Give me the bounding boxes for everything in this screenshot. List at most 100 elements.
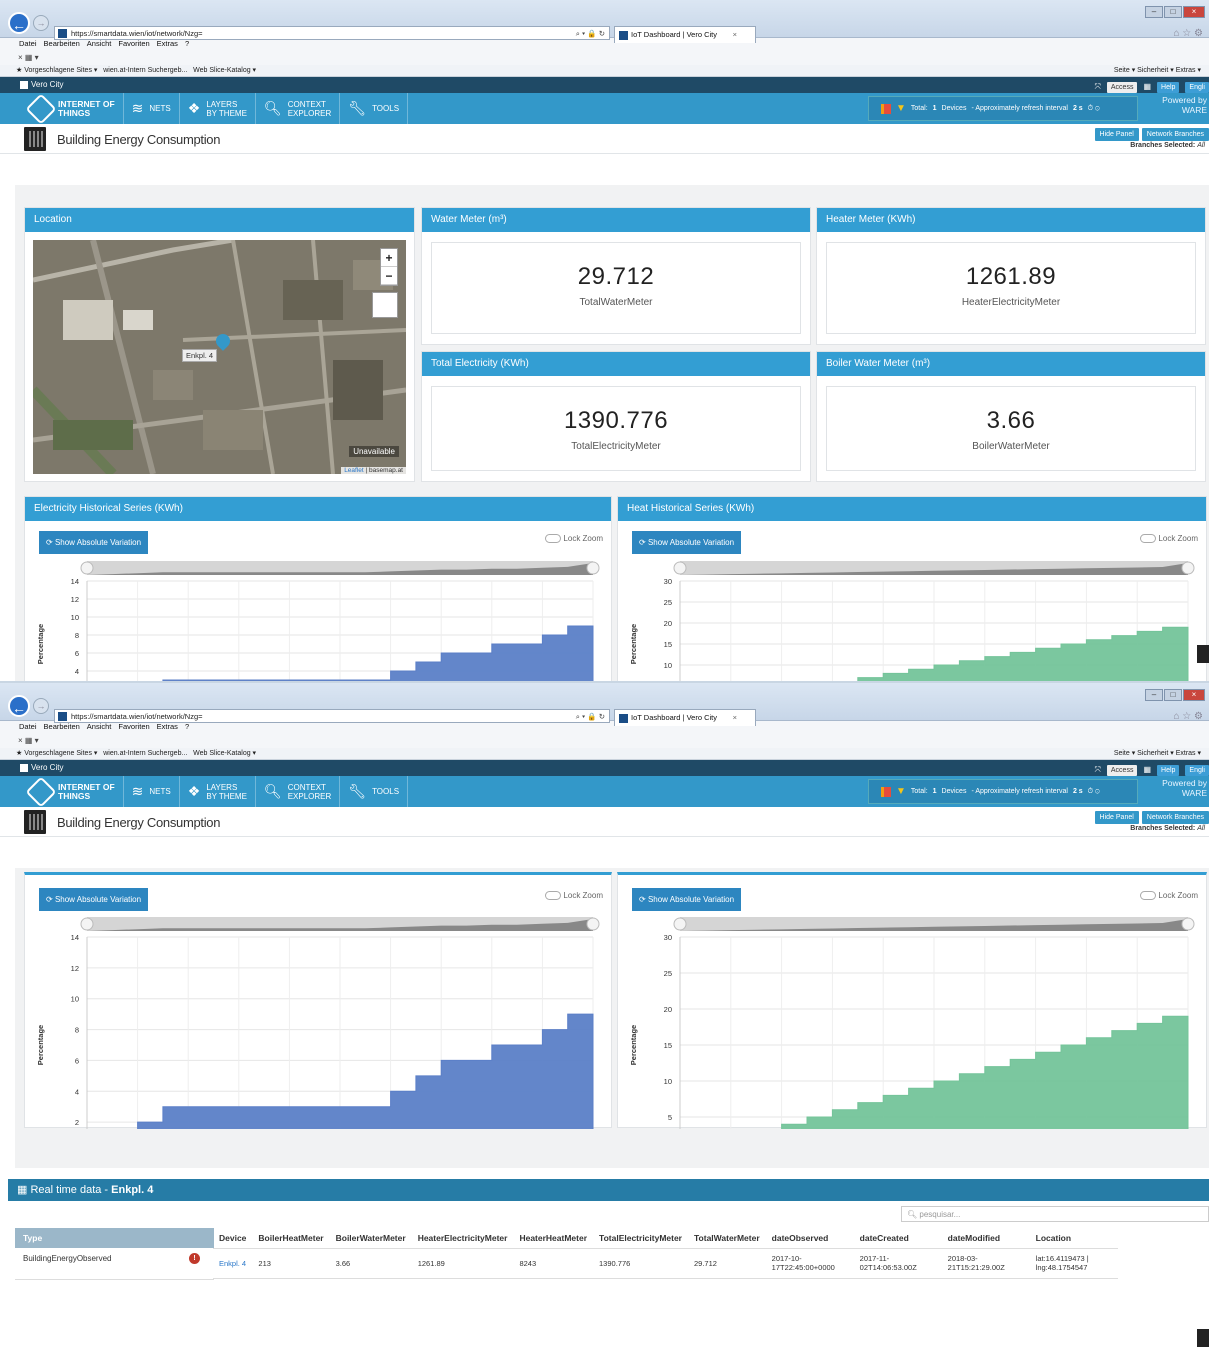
zoom-in-button[interactable]: + bbox=[381, 249, 397, 267]
nav-layers[interactable]: ❖ LAYERS BY THEME bbox=[180, 93, 256, 124]
electricity-chart[interactable]: 02468101214Percentage12:00Oct 1412:00Oct… bbox=[25, 913, 613, 1129]
browser-tab[interactable]: IoT Dashboard | Vero City × bbox=[614, 26, 756, 43]
tab-title: IoT Dashboard | Vero City bbox=[631, 713, 718, 722]
column-header[interactable]: Location bbox=[1029, 1228, 1118, 1249]
y-axis-label: Percentage bbox=[36, 624, 45, 664]
fav-webslice[interactable]: Web Slice-Katalog ▾ bbox=[193, 67, 256, 74]
column-header[interactable]: TotalElectricityMeter bbox=[593, 1228, 688, 1249]
fav-webslice[interactable]: Web Slice-Katalog ▾ bbox=[193, 750, 256, 757]
device-link[interactable]: Enkpl. 4 bbox=[213, 1248, 253, 1279]
hide-panel-button[interactable]: Hide Panel bbox=[1094, 811, 1139, 824]
filter-icon[interactable]: ▼ bbox=[896, 103, 906, 114]
navigator-handle-right bbox=[1181, 917, 1195, 931]
nav-nets[interactable]: ≋ NETS bbox=[124, 776, 180, 807]
app-topbar: Vero City ⤧ Access ▦ Help Engli bbox=[0, 760, 1209, 776]
brand-name: Vero City bbox=[31, 763, 64, 772]
nav-tools[interactable]: 🔧︎ TOOLS bbox=[340, 93, 409, 124]
scroll-top-button[interactable] bbox=[1197, 1329, 1209, 1347]
forward-button[interactable]: → bbox=[33, 698, 49, 714]
realtime-table: Device BoilerHeatMeter BoilerWaterMeter Hea… bbox=[213, 1228, 1118, 1279]
leaflet-link[interactable]: Leaflet bbox=[344, 467, 364, 474]
fav-suggested[interactable]: Vorgeschlagene Sites ▾ bbox=[24, 750, 97, 757]
table-search-input[interactable]: 🔍︎ pesquisar... bbox=[901, 1206, 1209, 1222]
nav-nets[interactable]: ≋ NETS bbox=[124, 93, 180, 124]
timer-icon[interactable]: ⏱ ⊙ bbox=[1088, 105, 1100, 113]
maximize-button[interactable]: □ bbox=[1164, 6, 1182, 18]
toolbar-right[interactable]: Seite ▾ Sicherheit ▾ Extras ▾ bbox=[1114, 65, 1201, 77]
address-bar[interactable]: https://smartdata.wien/iot/network/Nzg= ⌕… bbox=[54, 709, 610, 723]
favorites-bar: ★ Vorgeschlagene Sites ▾ wien.at-Intern … bbox=[0, 748, 1209, 760]
menu-datei[interactable]: Datei bbox=[19, 38, 37, 51]
close-window-button[interactable]: × bbox=[1183, 689, 1205, 701]
forward-button[interactable]: → bbox=[33, 15, 49, 31]
show-variation-button[interactable]: ⟳ Show Absolute Variation bbox=[39, 531, 149, 554]
fav-wien[interactable]: wien.at-Intern Suchergeb... bbox=[103, 750, 187, 757]
browser-tab[interactable]: IoT Dashboard | Vero City × bbox=[614, 709, 756, 726]
address-tools-icon[interactable]: ⌕ ▾ 🔒 ↻ bbox=[576, 710, 605, 723]
access-button[interactable]: Access bbox=[1106, 81, 1138, 93]
toolbar-right[interactable]: Seite ▾ Sicherheit ▾ Extras ▾ bbox=[1114, 748, 1201, 760]
minimize-button[interactable]: – bbox=[1145, 689, 1163, 701]
nav-context[interactable]: 🔍︎ CONTEXT EXPLORER bbox=[256, 93, 341, 124]
tab-icon bbox=[619, 31, 628, 40]
language-button[interactable]: Engli bbox=[1185, 764, 1209, 776]
show-variation-button[interactable]: ⟳ Show Absolute Variation bbox=[632, 888, 742, 911]
nav-layers-l2: BY THEME bbox=[206, 108, 247, 118]
nav-iot[interactable]: INTERNET OF THINGS bbox=[22, 775, 124, 808]
column-header[interactable]: BoilerWaterMeter bbox=[329, 1228, 412, 1249]
type-row[interactable]: BuildingEnergyObserved! bbox=[15, 1248, 214, 1280]
column-header[interactable]: dateCreated bbox=[853, 1228, 942, 1249]
zoom-out-button[interactable]: − bbox=[381, 267, 397, 285]
help-button[interactable]: Help bbox=[1157, 764, 1180, 776]
filter-icon[interactable]: ▼ bbox=[896, 786, 906, 797]
hide-panel-button[interactable]: Hide Panel bbox=[1094, 128, 1139, 141]
back-button[interactable]: ← bbox=[8, 695, 30, 717]
home-star-icons[interactable]: ⌂ ☆ ⚙ bbox=[1173, 28, 1203, 39]
heater-value: 1261.89 bbox=[965, 263, 1057, 290]
chart-icon[interactable] bbox=[881, 786, 891, 797]
chart-icon[interactable] bbox=[881, 103, 891, 114]
show-variation-button[interactable]: ⟳ Show Absolute Variation bbox=[39, 888, 149, 911]
timer-icon[interactable]: ⏱ ⊙ bbox=[1088, 788, 1100, 796]
heat-chart[interactable]: 051015202530Percentage12:00Oct 1412:00Oc… bbox=[618, 913, 1208, 1129]
tab-close-icon[interactable]: × bbox=[733, 710, 737, 726]
table-row[interactable]: Enkpl. 4 213 3.66 1261.89 8243 1390.776 29.712… bbox=[213, 1248, 1118, 1279]
help-button[interactable]: Help bbox=[1157, 81, 1180, 93]
satellite-map[interactable]: + − Enkpl. 4 Unavailable Leaflet | basema… bbox=[33, 240, 406, 474]
lock-zoom-label: Lock Zoom bbox=[1158, 891, 1198, 900]
fav-suggested[interactable]: Vorgeschlagene Sites ▾ bbox=[24, 67, 97, 74]
access-button[interactable]: Access bbox=[1106, 764, 1138, 776]
show-variation-button[interactable]: ⟳ Show Absolute Variation bbox=[632, 531, 742, 554]
lock-zoom-toggle[interactable]: Lock Zoom bbox=[1140, 891, 1198, 901]
back-button[interactable]: ← bbox=[8, 12, 30, 34]
close-window-button[interactable]: × bbox=[1183, 6, 1205, 18]
column-header[interactable]: dateModified bbox=[941, 1228, 1030, 1249]
heat-series-title: Heat Historical Series (KWh) bbox=[618, 497, 1206, 521]
scroll-top-button[interactable] bbox=[1197, 645, 1209, 663]
column-header[interactable]: TotalWaterMeter bbox=[688, 1228, 766, 1249]
minimize-button[interactable]: – bbox=[1145, 6, 1163, 18]
column-header[interactable]: Device bbox=[213, 1228, 253, 1249]
tab-close-icon[interactable]: × bbox=[733, 27, 737, 43]
nav-tools[interactable]: 🔧︎ TOOLS bbox=[340, 776, 409, 807]
home-star-icons[interactable]: ⌂ ☆ ⚙ bbox=[1173, 711, 1203, 722]
fav-wien[interactable]: wien.at-Intern Suchergeb... bbox=[103, 67, 187, 74]
menu-datei[interactable]: Datei bbox=[19, 721, 37, 734]
nav-iot[interactable]: INTERNET OF THINGS bbox=[22, 92, 124, 125]
column-header[interactable]: dateObserved bbox=[765, 1228, 854, 1249]
lock-zoom-toggle[interactable]: Lock Zoom bbox=[545, 891, 603, 901]
layers-control-icon[interactable] bbox=[372, 292, 398, 318]
lock-zoom-toggle[interactable]: Lock Zoom bbox=[1140, 534, 1198, 544]
lock-zoom-toggle[interactable]: Lock Zoom bbox=[545, 534, 603, 544]
language-button[interactable]: Engli bbox=[1185, 81, 1209, 93]
nav-layers[interactable]: ❖ LAYERS BY THEME bbox=[180, 776, 256, 807]
network-branches-button[interactable]: Network Branches bbox=[1141, 128, 1209, 141]
column-header[interactable]: BoilerHeatMeter bbox=[252, 1228, 330, 1249]
maximize-button[interactable]: □ bbox=[1164, 689, 1182, 701]
nav-context[interactable]: 🔍︎ CONTEXT EXPLORER bbox=[256, 776, 341, 807]
address-tools-icon[interactable]: ⌕ ▾ 🔒 ↻ bbox=[576, 27, 605, 40]
column-header[interactable]: HeaterHeatMeter bbox=[513, 1228, 594, 1249]
address-bar[interactable]: https://smartdata.wien/iot/network/Nzg= ⌕… bbox=[54, 26, 610, 40]
column-header[interactable]: HeaterElectricityMeter bbox=[411, 1228, 514, 1249]
network-branches-button[interactable]: Network Branches bbox=[1141, 811, 1209, 824]
